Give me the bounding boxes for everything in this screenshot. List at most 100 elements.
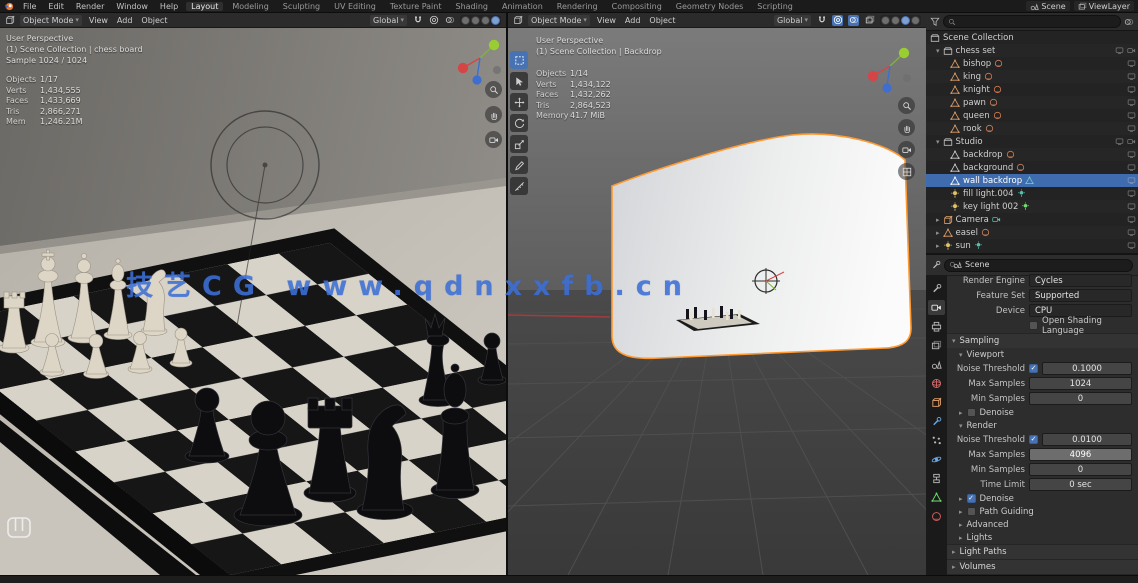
- shading-solid-button[interactable]: [891, 16, 900, 25]
- pan-hand-button[interactable]: [898, 119, 915, 136]
- snap-magnet-icon[interactable]: [816, 15, 827, 26]
- tool-measure[interactable]: [510, 177, 528, 195]
- disable-in-render-icon[interactable]: [1127, 137, 1136, 146]
- outliner-row-king[interactable]: king: [926, 70, 1138, 83]
- outliner-row-queen[interactable]: queen: [926, 109, 1138, 122]
- zoom-button[interactable]: [898, 97, 915, 114]
- menu-object[interactable]: Object: [647, 16, 677, 25]
- subpanel-advanced[interactable]: ▸ Advanced: [947, 518, 1138, 531]
- pan-hand-button[interactable]: [485, 106, 502, 123]
- mode-dropdown[interactable]: Object Mode▾: [528, 15, 590, 26]
- menu-file[interactable]: File: [19, 2, 40, 11]
- hide-in-viewport-icon[interactable]: [1127, 189, 1136, 198]
- menu-add[interactable]: Add: [115, 16, 135, 25]
- tab-object-data[interactable]: [928, 490, 945, 505]
- transform-orientation-dropdown[interactable]: Global▾: [774, 15, 811, 26]
- expand-caret-icon[interactable]: ▸: [936, 216, 940, 224]
- hide-in-viewport-icon[interactable]: [1127, 150, 1136, 159]
- render-engine-dropdown[interactable]: Cycles: [1029, 274, 1132, 287]
- shading-wireframe-button[interactable]: [881, 16, 890, 25]
- scene-selector[interactable]: Scene: [1026, 1, 1069, 11]
- outliner-row-bishop[interactable]: bishop: [926, 57, 1138, 70]
- path-guiding-checkbox[interactable]: [967, 507, 976, 516]
- min-samples-field[interactable]: 0: [1029, 463, 1132, 476]
- workspace-tab-texture-paint[interactable]: Texture Paint: [385, 2, 447, 11]
- overlays-icon[interactable]: [848, 15, 859, 26]
- outliner-row-chess-set[interactable]: ▾ chess set: [926, 44, 1138, 57]
- outliner-row-studio[interactable]: ▾ Studio: [926, 135, 1138, 148]
- shading-solid-button[interactable]: [471, 16, 480, 25]
- hide-in-viewport-icon[interactable]: [1127, 59, 1136, 68]
- expand-caret-icon[interactable]: ▸: [936, 242, 940, 250]
- subpanel-render-denoise[interactable]: ▸ ✓ Denoise: [947, 492, 1138, 505]
- proportional-editing-icon[interactable]: [428, 15, 439, 26]
- menu-window[interactable]: Window: [112, 2, 152, 11]
- snap-magnet-icon[interactable]: [412, 15, 423, 26]
- gizmo-toggle-icon[interactable]: [832, 15, 843, 26]
- hide-in-viewport-icon[interactable]: [1127, 98, 1136, 107]
- menu-view[interactable]: View: [87, 16, 110, 25]
- hide-in-viewport-icon[interactable]: [1127, 163, 1136, 172]
- noise-threshold-field[interactable]: 0.0100: [1042, 433, 1132, 446]
- outliner-row-easel[interactable]: ▸ easel: [926, 226, 1138, 239]
- disable-in-render-icon[interactable]: [1127, 46, 1136, 55]
- subpanel-path-guiding[interactable]: ▸ Path Guiding: [947, 505, 1138, 518]
- workspace-tab-compositing[interactable]: Compositing: [607, 2, 667, 11]
- tab-object[interactable]: [928, 395, 945, 410]
- max-samples-field[interactable]: 1024: [1029, 377, 1132, 390]
- workspace-tab-animation[interactable]: Animation: [497, 2, 548, 11]
- shading-wireframe-button[interactable]: [461, 16, 470, 25]
- expand-caret-icon[interactable]: ▸: [936, 229, 940, 237]
- hide-in-viewport-icon[interactable]: [1127, 124, 1136, 133]
- hide-in-viewport-icon[interactable]: [1127, 176, 1136, 185]
- hide-in-viewport-icon[interactable]: [1127, 85, 1136, 94]
- xray-icon[interactable]: [864, 15, 875, 26]
- outliner-row-backdrop[interactable]: backdrop: [926, 148, 1138, 161]
- menu-add[interactable]: Add: [623, 16, 643, 25]
- menu-object[interactable]: Object: [139, 16, 169, 25]
- menu-view[interactable]: View: [595, 16, 618, 25]
- workspace-tab-uv-editing[interactable]: UV Editing: [329, 2, 381, 11]
- max-samples-field[interactable]: 4096: [1029, 448, 1132, 461]
- workspace-tab-geometry-nodes[interactable]: Geometry Nodes: [671, 2, 748, 11]
- outliner-row-camera[interactable]: ▸ Camera: [926, 213, 1138, 226]
- editor-type-icon[interactable]: [513, 15, 523, 25]
- subpanel-render[interactable]: ▾ Render: [947, 419, 1138, 432]
- filter-funnel-icon[interactable]: [930, 17, 940, 27]
- noise-threshold-checkbox[interactable]: ✓: [1029, 435, 1038, 444]
- workspace-tab-layout[interactable]: Layout: [186, 2, 223, 11]
- subpanel-viewport[interactable]: ▾ Viewport: [947, 348, 1138, 361]
- tab-world[interactable]: [928, 376, 945, 391]
- panel-volumes[interactable]: ▸ Volumes: [947, 559, 1138, 574]
- overlays-icon[interactable]: [444, 15, 455, 26]
- shading-rendered-button[interactable]: [491, 16, 500, 25]
- tool-cursor[interactable]: [510, 72, 528, 90]
- subpanel-viewport-denoise[interactable]: ▸ Denoise: [947, 406, 1138, 419]
- editor-type-icon[interactable]: [5, 15, 15, 25]
- mode-dropdown[interactable]: Object Mode▾: [20, 15, 82, 26]
- feature-set-dropdown[interactable]: Supported: [1029, 289, 1132, 302]
- zoom-button[interactable]: [485, 81, 502, 98]
- hide-in-viewport-icon[interactable]: [1127, 241, 1136, 250]
- outliner-row-fill-light[interactable]: fill light.004: [926, 187, 1138, 200]
- outliner-row-pawn[interactable]: pawn: [926, 96, 1138, 109]
- menu-edit[interactable]: Edit: [44, 2, 68, 11]
- transform-orientation-dropdown[interactable]: Global▾: [370, 15, 407, 26]
- tab-constraints[interactable]: [928, 471, 945, 486]
- outliner-search-input[interactable]: [943, 15, 1121, 28]
- menu-render[interactable]: Render: [72, 2, 108, 11]
- hide-in-viewport-icon[interactable]: [1115, 137, 1124, 146]
- tab-modifiers[interactable]: [928, 414, 945, 429]
- collapse-caret-icon[interactable]: ▾: [936, 138, 940, 146]
- filter-options-icon[interactable]: [1124, 17, 1134, 27]
- subpanel-lights[interactable]: ▸ Lights: [947, 531, 1138, 544]
- min-samples-field[interactable]: 0: [1029, 392, 1132, 405]
- workspace-tab-modeling[interactable]: Modeling: [227, 2, 273, 11]
- tool-move[interactable]: [510, 93, 528, 111]
- hide-in-viewport-icon[interactable]: [1127, 202, 1136, 211]
- outliner-row-key-light[interactable]: key light 002: [926, 200, 1138, 213]
- tab-physics[interactable]: [928, 452, 945, 467]
- shading-rendered-button[interactable]: [911, 16, 920, 25]
- outliner-row-background[interactable]: background: [926, 161, 1138, 174]
- hide-in-viewport-icon[interactable]: [1115, 46, 1124, 55]
